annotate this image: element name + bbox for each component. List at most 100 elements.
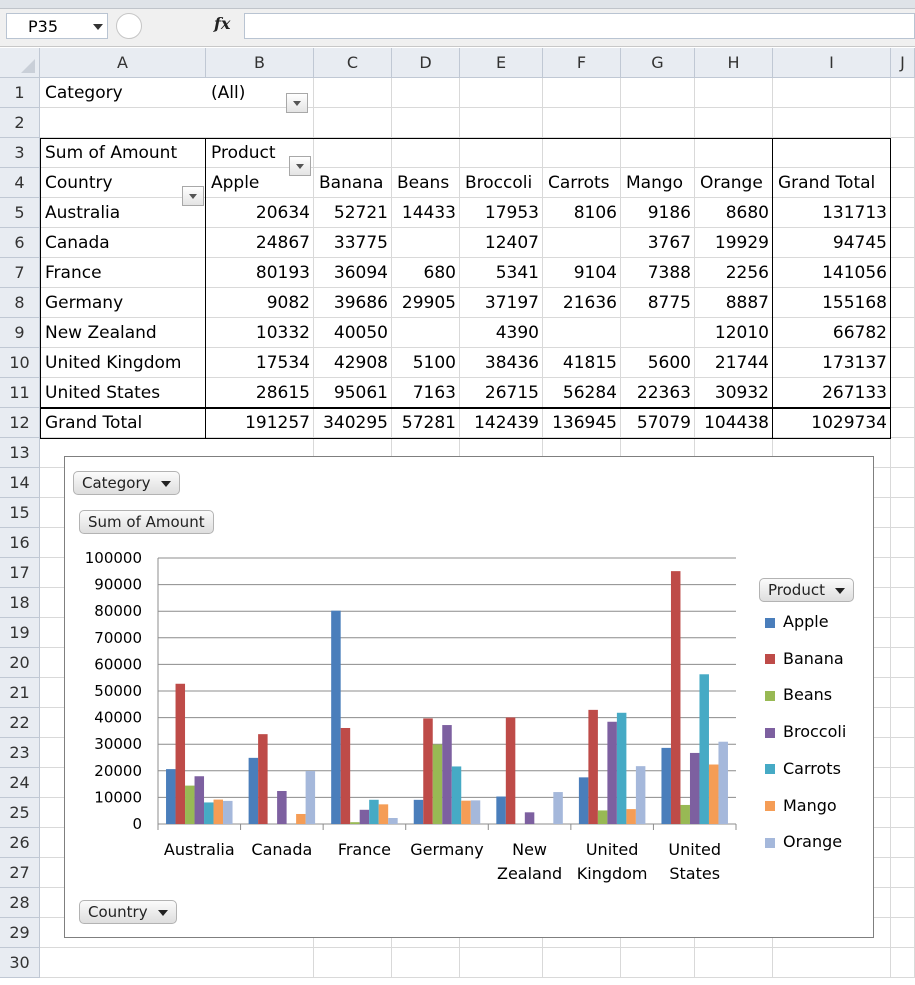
bar-orange[interactable] — [635, 766, 646, 824]
pivot-filter-dropdown-button[interactable] — [289, 156, 311, 176]
row-header-1[interactable]: 1 — [0, 78, 40, 108]
row-header-6[interactable]: 6 — [0, 228, 40, 258]
pivot-value-cell[interactable]: 5341 — [460, 258, 543, 288]
values-field-button[interactable]: Sum of Amount — [79, 510, 214, 534]
column-header-B[interactable]: B — [206, 48, 314, 78]
pivot-value-cell[interactable]: 14433 — [392, 198, 460, 228]
pivot-value-cell[interactable]: 36094 — [314, 258, 392, 288]
pivot-value-cell[interactable]: 21744 — [695, 348, 773, 378]
row-header-21[interactable]: 21 — [0, 678, 40, 708]
row-header-8[interactable]: 8 — [0, 288, 40, 318]
pivot-row-total[interactable]: 141056 — [773, 258, 891, 288]
bar-mango[interactable] — [213, 799, 224, 824]
pivot-value-cell[interactable]: 2256 — [695, 258, 773, 288]
bar-apple[interactable] — [166, 769, 176, 824]
pivot-row-label[interactable]: Canada — [40, 228, 206, 258]
pivot-grand-total-row-label[interactable]: Grand Total — [40, 408, 206, 438]
bar-apple[interactable] — [578, 777, 589, 824]
pivot-row-total[interactable]: 131713 — [773, 198, 891, 228]
row-header-16[interactable]: 16 — [0, 528, 40, 558]
category-filter-button[interactable]: Category — [73, 471, 180, 495]
pivot-value-cell[interactable]: 30932 — [695, 378, 773, 408]
bar-broccoli[interactable] — [277, 790, 287, 824]
pivot-value-cell[interactable]: 19929 — [695, 228, 773, 258]
bar-orange[interactable] — [553, 792, 563, 824]
column-header-H[interactable]: H — [695, 48, 773, 78]
pivot-value-cell[interactable]: 8106 — [543, 198, 621, 228]
row-header-15[interactable]: 15 — [0, 498, 40, 528]
bar-apple[interactable] — [496, 796, 506, 824]
pivot-column-total[interactable]: 191257 — [206, 408, 314, 438]
pivot-value-cell[interactable] — [392, 318, 460, 348]
row-header-18[interactable]: 18 — [0, 588, 40, 618]
pivot-filter-label[interactable]: Category — [40, 78, 206, 108]
pivot-grand-total-header[interactable]: Grand Total — [773, 168, 891, 198]
pivot-row-total[interactable]: 173137 — [773, 348, 891, 378]
pivot-value-cell[interactable]: 7388 — [621, 258, 695, 288]
pivot-value-cell[interactable]: 17953 — [460, 198, 543, 228]
legend-item-beans[interactable]: Beans — [765, 685, 832, 704]
row-header-12[interactable]: 12 — [0, 408, 40, 438]
select-all-corner[interactable] — [0, 48, 40, 78]
pivot-value-cell[interactable] — [543, 318, 621, 348]
bar-broccoli[interactable] — [442, 725, 452, 824]
pivot-value-cell[interactable]: 41815 — [543, 348, 621, 378]
row-header-28[interactable]: 28 — [0, 888, 40, 918]
pivot-product-header[interactable]: Carrots — [543, 168, 621, 198]
pivot-row-label[interactable]: United Kingdom — [40, 348, 206, 378]
row-header-5[interactable]: 5 — [0, 198, 40, 228]
row-header-7[interactable]: 7 — [0, 258, 40, 288]
row-header-3[interactable]: 3 — [0, 138, 40, 168]
pivot-product-header[interactable]: Beans — [392, 168, 460, 198]
bar-mango[interactable] — [626, 809, 636, 824]
column-header-G[interactable]: G — [621, 48, 695, 78]
legend-item-broccoli[interactable]: Broccoli — [765, 722, 846, 741]
pivot-value-cell[interactable]: 29905 — [392, 288, 460, 318]
pivot-column-total[interactable]: 142439 — [460, 408, 543, 438]
pivot-value-cell[interactable]: 20634 — [206, 198, 314, 228]
bar-apple[interactable] — [661, 747, 671, 824]
column-header-A[interactable]: A — [40, 48, 206, 78]
pivot-value-cell[interactable]: 80193 — [206, 258, 314, 288]
row-header-10[interactable]: 10 — [0, 348, 40, 378]
bar-beans[interactable] — [597, 810, 608, 824]
row-header-23[interactable]: 23 — [0, 738, 40, 768]
bar-broccoli[interactable] — [689, 752, 700, 824]
bar-carrots[interactable] — [204, 802, 214, 824]
row-header-24[interactable]: 24 — [0, 768, 40, 798]
pivot-column-total[interactable]: 57079 — [621, 408, 695, 438]
pivot-value-cell[interactable]: 38436 — [460, 348, 543, 378]
pivot-value-cell[interactable] — [621, 318, 695, 348]
pivot-grand-total-all[interactable]: 1029734 — [773, 408, 891, 438]
formula-grip-icon[interactable] — [116, 13, 142, 39]
pivot-value-cell[interactable]: 40050 — [314, 318, 392, 348]
row-header-26[interactable]: 26 — [0, 828, 40, 858]
pivot-value-cell[interactable]: 22363 — [621, 378, 695, 408]
legend-field-button[interactable]: Product — [759, 578, 854, 602]
bar-orange[interactable] — [718, 741, 728, 824]
bar-orange[interactable] — [388, 817, 398, 824]
pivot-value-cell[interactable]: 5100 — [392, 348, 460, 378]
bar-apple[interactable] — [413, 799, 424, 824]
pivot-value-cell[interactable]: 3767 — [621, 228, 695, 258]
pivot-value-cell[interactable]: 12407 — [460, 228, 543, 258]
pivot-filter-dropdown-button[interactable] — [182, 186, 204, 206]
pivot-row-label[interactable]: United States — [40, 378, 206, 408]
pivot-value-cell[interactable]: 4390 — [460, 318, 543, 348]
bar-banana[interactable] — [340, 727, 351, 824]
pivot-value-cell[interactable]: 17534 — [206, 348, 314, 378]
pivot-value-cell[interactable]: 52721 — [314, 198, 392, 228]
pivot-value-cell[interactable]: 9186 — [621, 198, 695, 228]
bar-carrots[interactable] — [699, 674, 709, 824]
row-header-9[interactable]: 9 — [0, 318, 40, 348]
pivot-value-cell[interactable]: 42908 — [314, 348, 392, 378]
column-header-E[interactable]: E — [460, 48, 543, 78]
column-header-C[interactable]: C — [314, 48, 392, 78]
row-header-22[interactable]: 22 — [0, 708, 40, 738]
legend-item-banana[interactable]: Banana — [765, 649, 844, 668]
bar-broccoli[interactable] — [524, 812, 535, 824]
bar-carrots[interactable] — [369, 799, 379, 824]
legend-item-apple[interactable]: Apple — [765, 612, 829, 631]
pivot-column-total[interactable]: 57281 — [392, 408, 460, 438]
pivot-chart[interactable]: 0 10000 20000 30000 40000 50000 60000 70000 8000… — [64, 456, 874, 938]
